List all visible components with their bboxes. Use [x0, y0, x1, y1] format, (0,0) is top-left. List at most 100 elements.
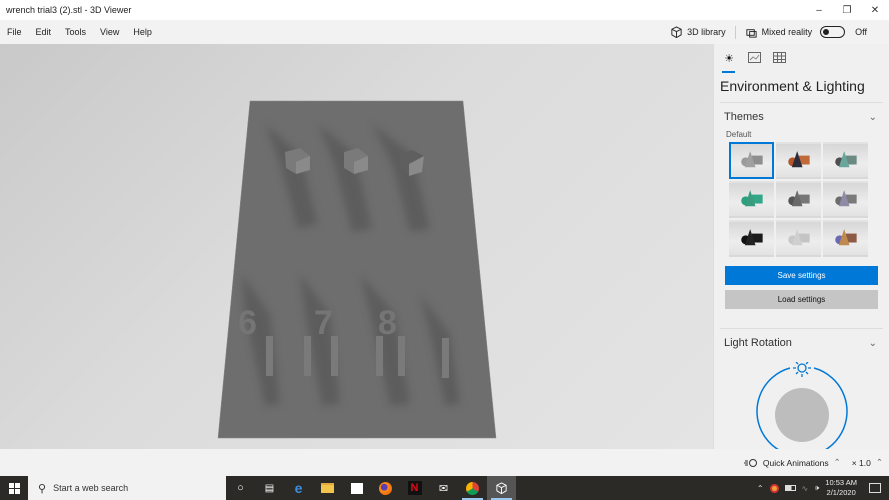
mixed-reality-state: Off — [855, 27, 867, 37]
system-tray: ⌃ ∿ 🕩 10:53 AM 2/1/2020 — [757, 476, 889, 500]
light-rotation-dial[interactable] — [754, 362, 850, 458]
theme-preview — [835, 190, 857, 207]
menu-view[interactable]: View — [93, 27, 126, 37]
chevron-up-icon[interactable]: ⌃ — [876, 457, 883, 468]
volume-icon[interactable]: 🕩 — [814, 483, 819, 493]
environment-panel: ☀ Environment & Lighting Themes ⌄ Defaul… — [713, 44, 889, 458]
taskbar-file-explorer[interactable] — [313, 476, 342, 500]
minimize-button[interactable]: – — [805, 0, 833, 20]
clock-time: 10:53 AM — [825, 478, 857, 487]
load-settings-button[interactable]: Load settings — [725, 290, 878, 309]
start-button[interactable] — [0, 476, 28, 500]
theme-thumbnail-copper[interactable] — [776, 142, 821, 179]
save-settings-button[interactable]: Save settings — [725, 266, 878, 285]
battery-icon[interactable] — [784, 485, 796, 491]
taskbar-3d-viewer[interactable] — [487, 476, 516, 500]
close-button[interactable]: ✕ — [861, 0, 889, 20]
menu-bar: File Edit Tools View Help 3D library Mix… — [0, 20, 889, 44]
cortana-icon: ○ — [237, 482, 244, 494]
theme-preview — [788, 190, 810, 207]
3d-model[interactable]: 6 7 8 — [0, 44, 713, 449]
taskbar: ⚲ Start a web search ○ ▤ e N ✉ ⌃ ∿ 🕩 10:… — [0, 476, 889, 500]
quick-animations-button[interactable]: Quick Animations — [763, 458, 829, 468]
mixed-reality-toggle[interactable] — [820, 26, 846, 38]
mixed-reality-label: Mixed reality — [761, 27, 813, 37]
panel-title: Environment & Lighting — [720, 78, 865, 94]
light-sphere — [775, 388, 829, 442]
theme-thumbnail-lavender[interactable] — [823, 181, 868, 218]
theme-thumbnail-teal[interactable] — [823, 142, 868, 179]
search-icon: ⚲ — [38, 482, 47, 495]
windows-icon — [8, 482, 20, 494]
tab-stats[interactable] — [746, 52, 762, 68]
theme-thumbnail-light[interactable] — [776, 220, 821, 257]
model-label-6: 6 — [238, 304, 257, 342]
theme-preview — [741, 151, 763, 168]
cube-icon — [671, 25, 682, 38]
themes-label: Themes — [724, 111, 764, 123]
theme-thumbnail-black[interactable] — [729, 220, 774, 257]
search-input[interactable]: Start a web search — [53, 483, 128, 493]
3d-viewport[interactable]: 6 7 8 — [0, 44, 713, 449]
chevron-down-icon: ⌄ — [868, 111, 877, 123]
speed-selector[interactable]: × 1.0 — [852, 458, 871, 468]
clock[interactable]: 10:53 AM 2/1/2020 — [825, 478, 857, 498]
taskbar-edge[interactable]: e — [284, 476, 313, 500]
model-label-7: 7 — [314, 304, 333, 342]
store-icon — [350, 482, 363, 494]
theme-grid — [714, 139, 889, 257]
taskbar-mail[interactable]: ✉ — [429, 476, 458, 500]
wifi-icon[interactable]: ∿ — [802, 484, 809, 493]
themes-header[interactable]: Themes ⌄ — [714, 103, 889, 123]
theme-thumbnail-dark-gray[interactable] — [776, 181, 821, 218]
cube-icon — [496, 481, 507, 494]
theme-preview — [788, 151, 810, 168]
antivirus-icon[interactable] — [769, 483, 779, 493]
selected-theme-label: Default — [726, 130, 752, 139]
theme-preview — [835, 151, 857, 168]
mixed-reality-button[interactable]: Mixed reality Off — [745, 26, 889, 39]
light-handle-sun-icon[interactable] — [793, 362, 811, 377]
taskbar-chrome[interactable] — [458, 476, 487, 500]
grid-icon — [772, 52, 786, 63]
chevron-up-icon[interactable]: ⌃ — [757, 484, 764, 493]
menu-help[interactable]: Help — [126, 27, 159, 37]
netflix-icon: N — [407, 481, 422, 495]
taskbar-store[interactable] — [342, 476, 371, 500]
tab-grid[interactable] — [771, 52, 787, 68]
divider — [734, 25, 736, 39]
task-view-button[interactable]: ▤ — [255, 476, 284, 500]
chevron-up-icon[interactable]: ⌃ — [834, 457, 841, 468]
stats-icon — [747, 52, 761, 63]
task-view-icon: ▤ — [264, 482, 275, 494]
restore-button[interactable]: ❐ — [833, 0, 861, 20]
light-rotation-label: Light Rotation — [724, 337, 792, 349]
menu-file[interactable]: File — [0, 27, 29, 37]
chevron-down-icon: ⌄ — [868, 337, 877, 349]
tab-environment[interactable]: ☀ — [721, 52, 737, 73]
theme-preview — [741, 229, 763, 246]
3d-library-button[interactable]: 3D library — [670, 25, 726, 39]
theme-preview — [741, 190, 763, 207]
edge-icon: e — [294, 480, 303, 496]
taskbar-search[interactable]: ⚲ Start a web search — [28, 476, 226, 500]
theme-thumbnail-green[interactable] — [729, 181, 774, 218]
menu-tools[interactable]: Tools — [58, 27, 93, 37]
taskbar-firefox[interactable] — [371, 476, 400, 500]
theme-thumbnail-default[interactable] — [729, 142, 774, 179]
firefox-icon — [379, 481, 392, 495]
theme-preview — [788, 229, 810, 246]
notifications-icon[interactable] — [869, 483, 881, 493]
animation-icon — [743, 458, 757, 467]
clock-date: 2/1/2020 — [826, 488, 856, 497]
light-rotation-header[interactable]: Light Rotation ⌄ — [714, 329, 889, 349]
3d-library-label: 3D library — [687, 27, 726, 37]
menu-edit[interactable]: Edit — [29, 27, 59, 37]
folder-icon — [321, 483, 334, 493]
theme-thumbnail-bronze[interactable] — [823, 220, 868, 257]
taskbar-netflix[interactable]: N — [400, 476, 429, 500]
cortana-button[interactable]: ○ — [226, 476, 255, 500]
mixed-reality-icon — [746, 28, 757, 38]
title-bar: wrench trial3 (2).stl - 3D Viewer – ❐ ✕ — [0, 0, 889, 20]
chrome-icon — [466, 481, 479, 495]
